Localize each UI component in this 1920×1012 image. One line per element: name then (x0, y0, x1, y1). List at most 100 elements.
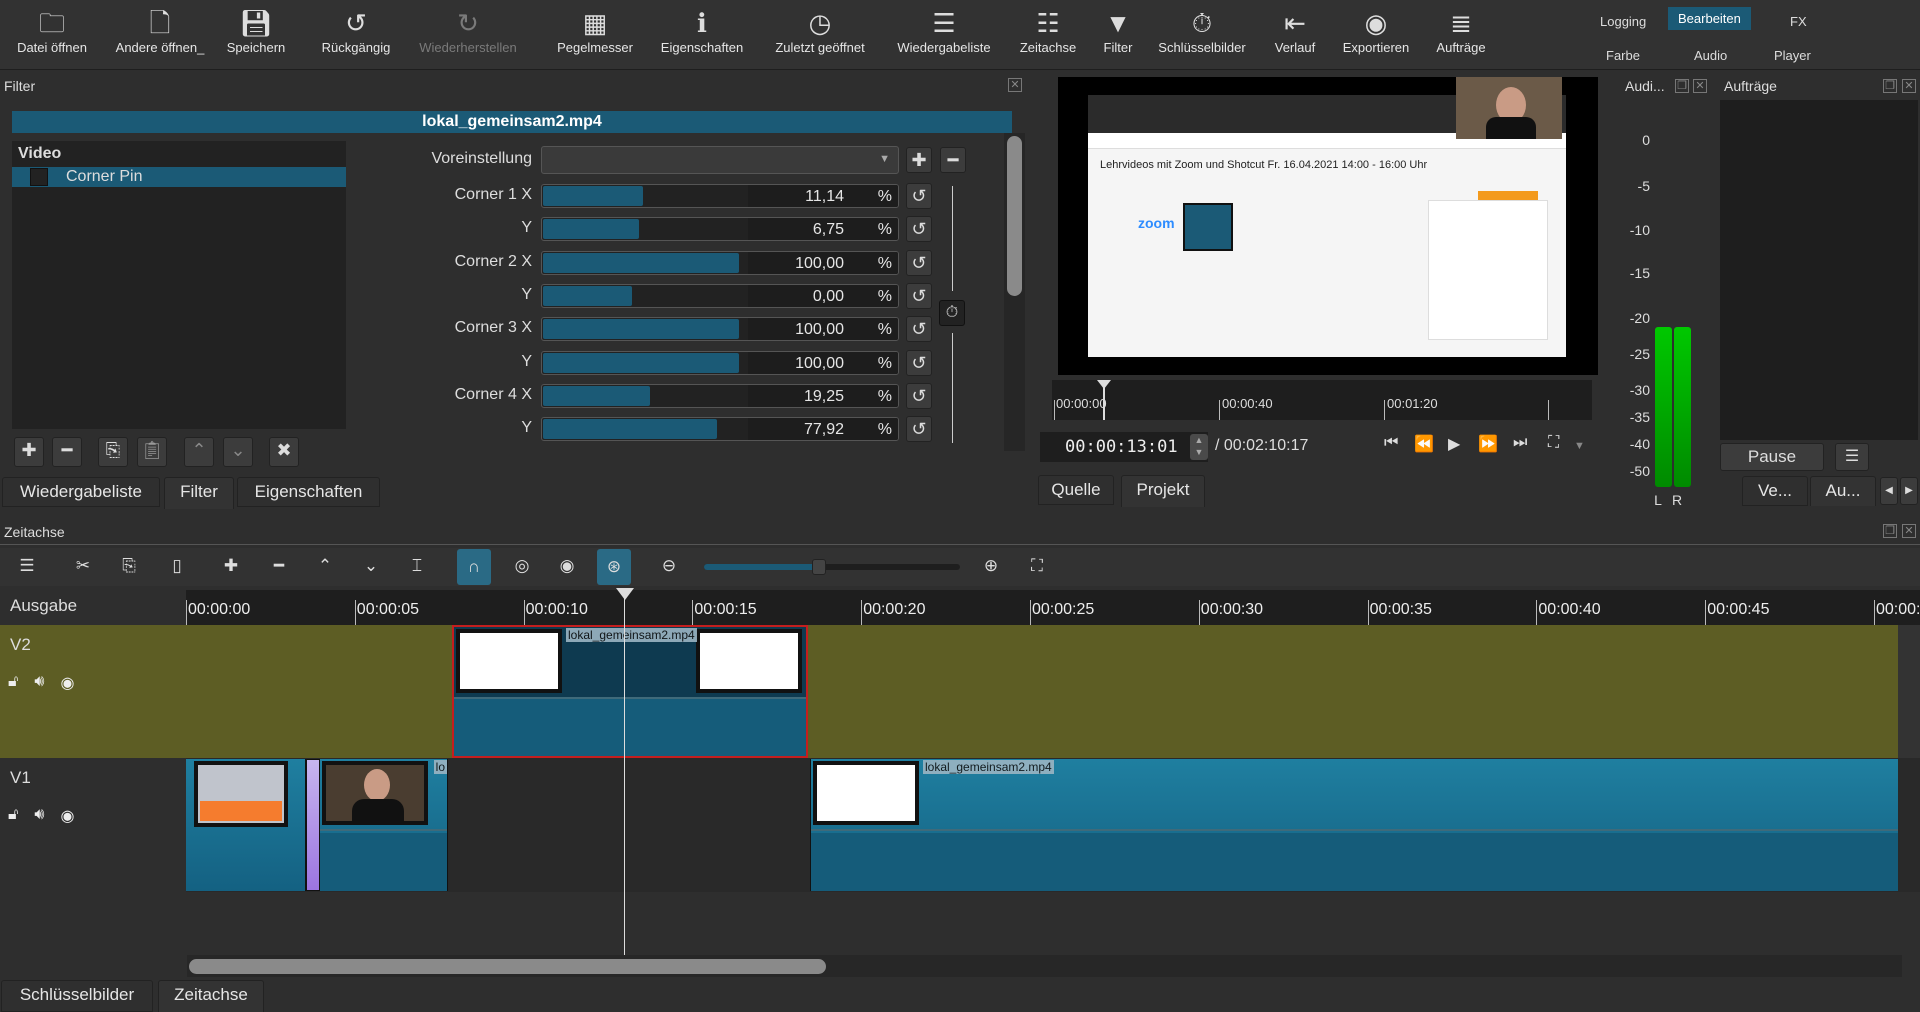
player-options-dropdown[interactable]: ▼ (1574, 440, 1585, 452)
track-header-v1[interactable]: V1 🔓︎ 🔊︎ ◉ (0, 758, 186, 892)
jobs-menu-button[interactable]: ☰ (1835, 443, 1869, 471)
redo-button[interactable]: ↻ Wiederherstellen (412, 6, 524, 55)
copy-filter-button[interactable]: ⎘ (98, 437, 128, 467)
param-slider[interactable]: 100,00% (541, 250, 899, 275)
tab-project[interactable]: Projekt (1121, 475, 1205, 507)
workspace-logging[interactable]: Logging (1590, 10, 1656, 33)
scrub-toggle[interactable]: ◎ (509, 553, 535, 579)
reset-param-button[interactable]: ↺ (906, 183, 932, 209)
history-button[interactable]: ⇤ Verlauf (1266, 6, 1324, 55)
lock-icon[interactable]: 🔓︎ (8, 673, 18, 693)
timeline-zoom-slider[interactable] (704, 559, 960, 575)
param-slider[interactable]: 100,00% (541, 317, 899, 342)
lift-button[interactable]: ⌃ (312, 553, 338, 579)
append-button[interactable]: ✚ (218, 553, 244, 579)
reset-param-button[interactable]: ↺ (906, 316, 932, 343)
mute-icon[interactable]: 🔊︎ (34, 806, 44, 826)
zoom-out-button[interactable]: ⊖ (656, 553, 682, 579)
param-slider[interactable]: 11,14% (541, 184, 899, 208)
fullscreen-toggle-button[interactable]: ⛶ (1548, 434, 1559, 452)
reset-param-button[interactable]: ↺ (906, 349, 932, 376)
tab-scroll-left-button[interactable]: ◀ (1880, 477, 1898, 505)
ripple-all-toggle[interactable]: ⊛ (597, 549, 631, 585)
workspace-fx[interactable]: FX (1780, 10, 1817, 33)
play-button[interactable]: ▶ (1448, 434, 1460, 454)
timeline-menu-button[interactable]: ☰ (14, 553, 40, 579)
transition[interactable] (306, 759, 320, 891)
float-panel-icon[interactable]: ❐ (1883, 79, 1897, 93)
timeline-clip[interactable]: lokal_gemeinsam2.mp4 (452, 625, 808, 758)
paste-button[interactable]: ▯ (164, 553, 190, 579)
timeline-scrollbar-thumb[interactable] (189, 959, 826, 974)
filter-scrollbar[interactable] (1004, 133, 1025, 451)
move-filter-down-button[interactable]: ⌄ (223, 437, 253, 467)
hide-icon[interactable]: ◉ (60, 806, 74, 826)
reset-param-button[interactable]: ↺ (906, 416, 932, 443)
timeline-clip[interactable]: lo (320, 759, 448, 891)
param-slider[interactable]: 6,75% (541, 217, 899, 242)
timeline-playhead[interactable] (624, 590, 625, 956)
mute-icon[interactable]: 🔊︎ (34, 673, 44, 693)
close-panel-icon[interactable]: ✕ (1902, 79, 1916, 93)
workspace-farbe[interactable]: Farbe (1596, 44, 1650, 67)
preset-select[interactable]: ▼ (541, 146, 899, 174)
rewind-button[interactable]: ⏪ (1414, 434, 1434, 454)
export-button[interactable]: ◉ Exportieren (1336, 6, 1416, 55)
jobs-button[interactable]: ≣ Aufträge (1428, 6, 1494, 55)
meter-button[interactable]: ▦ Pegelmesser (550, 6, 640, 55)
save-button[interactable]: 💾︎ Speichern (220, 6, 292, 55)
timecode-spinner[interactable]: ▲ ▼ (1190, 434, 1208, 460)
tab-source[interactable]: Quelle (1038, 475, 1114, 505)
filter-enable-checkbox[interactable] (30, 168, 48, 186)
split-button[interactable]: ⌶ (404, 553, 430, 579)
workspace-audio[interactable]: Audio (1684, 44, 1737, 67)
timeline-clip[interactable] (186, 759, 306, 891)
track-header-v2[interactable]: V2 🔓︎ 🔊︎ ◉ (0, 625, 186, 758)
cut-button[interactable]: ✂ (70, 553, 96, 579)
param-slider[interactable]: 77,92% (541, 417, 899, 442)
zoom-fit-button[interactable]: ⛶ (1024, 553, 1050, 579)
tab-history[interactable]: Ve... (1742, 476, 1808, 506)
timeline-ruler[interactable]: 00:00:00 00:00:05 00:00:10 00:00:15 00:00:20… (186, 590, 1920, 625)
recent-button[interactable]: ◷ Zuletzt geöffnet (764, 6, 876, 55)
tab-playlist[interactable]: Wiedergabeliste (2, 477, 160, 507)
tab-audio[interactable]: Au... (1810, 476, 1876, 506)
timeline-clip[interactable]: lokal_gemeinsam2.mp4 (810, 759, 1898, 891)
filter-scrollbar-thumb[interactable] (1007, 136, 1022, 296)
snap-toggle[interactable]: ∩ (457, 549, 491, 585)
workspace-player[interactable]: Player (1764, 44, 1821, 67)
tab-filter[interactable]: Filter (164, 477, 234, 509)
tab-scroll-right-button[interactable]: ▶ (1900, 477, 1918, 505)
paste-filter-button[interactable]: 📋︎ (137, 437, 167, 467)
ripple-delete-button[interactable]: ━ (266, 553, 292, 579)
pause-jobs-button[interactable]: Pause (1720, 443, 1824, 471)
deselect-filter-button[interactable]: ✖ (269, 437, 299, 467)
undo-button[interactable]: ↺ Rückgängig (316, 6, 396, 55)
param-slider[interactable]: 19,25% (541, 383, 899, 408)
hide-icon[interactable]: ◉ (60, 673, 74, 693)
reset-param-button[interactable]: ↺ (906, 282, 932, 309)
playlist-button[interactable]: ☰ Wiedergabeliste (890, 6, 998, 55)
param-slider[interactable]: 100,00% (541, 350, 899, 375)
ripple-toggle[interactable]: ◉ (554, 553, 580, 579)
timeline-button[interactable]: ☷ Zeitachse (1012, 6, 1084, 55)
reset-param-button[interactable]: ↺ (906, 382, 932, 409)
tab-properties[interactable]: Eigenschaften (237, 477, 380, 507)
reset-param-button[interactable]: ↺ (906, 216, 932, 243)
param-slider[interactable]: 0,00% (541, 283, 899, 308)
filter-item-corner-pin[interactable]: Corner Pin (12, 167, 346, 187)
close-panel-icon[interactable]: ✕ (1008, 78, 1022, 92)
reset-param-button[interactable]: ↺ (906, 249, 932, 276)
remove-filter-button[interactable]: ━ (52, 437, 82, 467)
zoom-in-button[interactable]: ⊕ (978, 553, 1004, 579)
close-panel-icon[interactable]: ✕ (1902, 524, 1916, 538)
open-other-button[interactable]: 🗋 Andere öffnen_ (110, 6, 210, 55)
overwrite-button[interactable]: ⌄ (358, 553, 384, 579)
video-preview[interactable]: Lehrvideos mit Zoom und Shotcut Fr. 16.0… (1058, 77, 1598, 375)
properties-button[interactable]: ℹ Eigenschaften (654, 6, 750, 55)
timecode-field[interactable]: 00:00:13:01 (1040, 432, 1208, 462)
keyframes-button[interactable]: ⏱ Schlüsselbilder (1152, 6, 1252, 55)
tab-keyframes[interactable]: Schlüsselbilder (1, 980, 153, 1012)
keyframe-toggle-button[interactable]: ⏱ (939, 300, 965, 326)
filter-button[interactable]: ▼ Filter (1094, 6, 1142, 55)
